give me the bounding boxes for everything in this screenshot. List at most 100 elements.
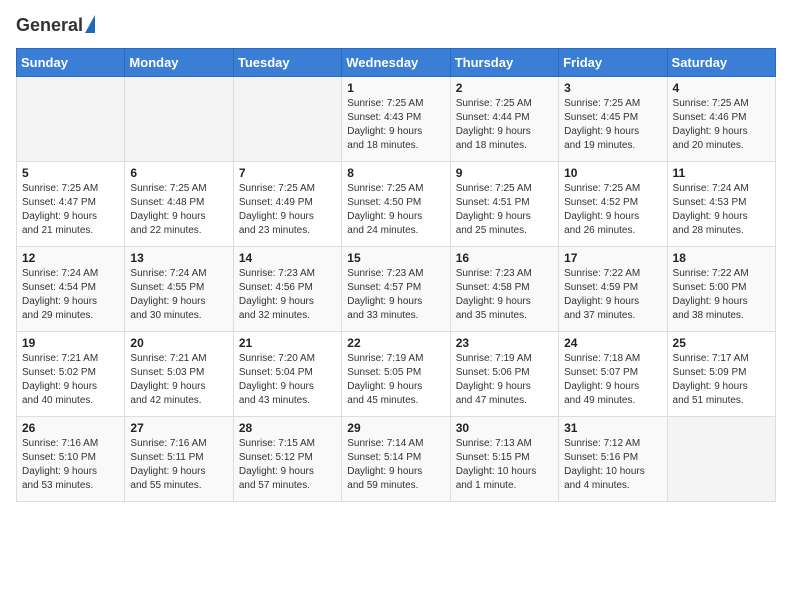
calendar-cell: 4 Sunrise: 7:25 AM Sunset: 4:46 PM Daylig… — [667, 76, 775, 161]
calendar-header-row: SundayMondayTuesdayWednesdayThursdayFrid… — [17, 48, 776, 76]
page-header: General — [16, 16, 776, 36]
day-number: 6 — [130, 166, 227, 180]
calendar-cell: 22 Sunrise: 7:19 AM Sunset: 5:05 PM Dayli… — [342, 331, 450, 416]
calendar-cell — [17, 76, 125, 161]
day-info: Sunrise: 7:14 AM Sunset: 5:14 PM Dayligh… — [347, 437, 444, 493]
day-info: Sunrise: 7:25 AM Sunset: 4:43 PM Dayligh… — [347, 97, 444, 153]
day-info: Sunrise: 7:21 AM Sunset: 5:03 PM Dayligh… — [130, 352, 227, 408]
day-number: 9 — [456, 166, 553, 180]
day-info: Sunrise: 7:23 AM Sunset: 4:56 PM Dayligh… — [239, 267, 336, 323]
day-number: 7 — [239, 166, 336, 180]
calendar-cell: 20 Sunrise: 7:21 AM Sunset: 5:03 PM Dayli… — [125, 331, 233, 416]
day-number: 2 — [456, 81, 553, 95]
day-number: 11 — [673, 166, 770, 180]
day-number: 17 — [564, 251, 661, 265]
calendar-week-row: 5Sunrise: 7:25 AM Sunset: 4:47 PM Daylig… — [17, 161, 776, 246]
day-number: 13 — [130, 251, 227, 265]
day-number: 5 — [22, 166, 119, 180]
calendar-cell: 17 Sunrise: 7:22 AM Sunset: 4:59 PM Dayli… — [559, 246, 667, 331]
calendar-cell: 19 Sunrise: 7:21 AM Sunset: 5:02 PM Dayli… — [17, 331, 125, 416]
day-number: 26 — [22, 421, 119, 435]
calendar-cell: 8 Sunrise: 7:25 AM Sunset: 4:50 PM Daylig… — [342, 161, 450, 246]
day-number: 14 — [239, 251, 336, 265]
calendar-header-saturday: Saturday — [667, 48, 775, 76]
day-number: 18 — [673, 251, 770, 265]
calendar-table: SundayMondayTuesdayWednesdayThursdayFrid… — [16, 48, 776, 502]
calendar-cell: 26 Sunrise: 7:16 AM Sunset: 5:10 PM Dayli… — [17, 416, 125, 501]
calendar-week-row: 26 Sunrise: 7:16 AM Sunset: 5:10 PM Dayli… — [17, 416, 776, 501]
day-info: Sunrise: 7:19 AM Sunset: 5:06 PM Dayligh… — [456, 352, 553, 408]
day-info: Sunrise: 7:23 AM Sunset: 4:57 PM Dayligh… — [347, 267, 444, 323]
day-info: Sunrise: 7:17 AM Sunset: 5:09 PM Dayligh… — [673, 352, 770, 408]
day-number: 8 — [347, 166, 444, 180]
calendar-header-monday: Monday — [125, 48, 233, 76]
calendar-cell: 27 Sunrise: 7:16 AM Sunset: 5:11 PM Dayli… — [125, 416, 233, 501]
day-number: 16 — [456, 251, 553, 265]
day-number: 30 — [456, 421, 553, 435]
calendar-cell: 12 Sunrise: 7:24 AM Sunset: 4:54 PM Dayli… — [17, 246, 125, 331]
day-info: Sunrise: 7:20 AM Sunset: 5:04 PM Dayligh… — [239, 352, 336, 408]
day-info: Sunrise: 7:19 AM Sunset: 5:05 PM Dayligh… — [347, 352, 444, 408]
day-info: Sunrise: 7:24 AM Sunset: 4:54 PM Dayligh… — [22, 267, 119, 323]
calendar-cell — [233, 76, 341, 161]
day-number: 15 — [347, 251, 444, 265]
day-number: 22 — [347, 336, 444, 350]
calendar-cell — [667, 416, 775, 501]
day-info: Sunrise: 7:13 AM Sunset: 5:15 PM Dayligh… — [456, 437, 553, 493]
day-number: 29 — [347, 421, 444, 435]
calendar-cell: 1 Sunrise: 7:25 AM Sunset: 4:43 PM Daylig… — [342, 76, 450, 161]
calendar-cell: 15 Sunrise: 7:23 AM Sunset: 4:57 PM Dayli… — [342, 246, 450, 331]
day-number: 27 — [130, 421, 227, 435]
calendar-header-thursday: Thursday — [450, 48, 558, 76]
calendar-cell: 6Sunrise: 7:25 AM Sunset: 4:48 PM Daylig… — [125, 161, 233, 246]
day-number: 25 — [673, 336, 770, 350]
day-number: 21 — [239, 336, 336, 350]
day-info: Sunrise: 7:16 AM Sunset: 5:10 PM Dayligh… — [22, 437, 119, 493]
day-number: 28 — [239, 421, 336, 435]
calendar-cell: 18 Sunrise: 7:22 AM Sunset: 5:00 PM Dayli… — [667, 246, 775, 331]
calendar-cell: 30 Sunrise: 7:13 AM Sunset: 5:15 PM Dayli… — [450, 416, 558, 501]
day-info: Sunrise: 7:22 AM Sunset: 5:00 PM Dayligh… — [673, 267, 770, 323]
day-number: 12 — [22, 251, 119, 265]
calendar-cell: 29 Sunrise: 7:14 AM Sunset: 5:14 PM Dayli… — [342, 416, 450, 501]
calendar-header-wednesday: Wednesday — [342, 48, 450, 76]
calendar-week-row: 12 Sunrise: 7:24 AM Sunset: 4:54 PM Dayli… — [17, 246, 776, 331]
day-info: Sunrise: 7:12 AM Sunset: 5:16 PM Dayligh… — [564, 437, 661, 493]
day-info: Sunrise: 7:25 AM Sunset: 4:49 PM Dayligh… — [239, 182, 336, 238]
day-info: Sunrise: 7:21 AM Sunset: 5:02 PM Dayligh… — [22, 352, 119, 408]
day-number: 1 — [347, 81, 444, 95]
day-info: Sunrise: 7:16 AM Sunset: 5:11 PM Dayligh… — [130, 437, 227, 493]
day-info: Sunrise: 7:22 AM Sunset: 4:59 PM Dayligh… — [564, 267, 661, 323]
calendar-cell — [125, 76, 233, 161]
calendar-cell: 21 Sunrise: 7:20 AM Sunset: 5:04 PM Dayli… — [233, 331, 341, 416]
calendar-cell: 31Sunrise: 7:12 AM Sunset: 5:16 PM Dayli… — [559, 416, 667, 501]
calendar-cell: 25 Sunrise: 7:17 AM Sunset: 5:09 PM Dayli… — [667, 331, 775, 416]
day-info: Sunrise: 7:24 AM Sunset: 4:53 PM Dayligh… — [673, 182, 770, 238]
day-info: Sunrise: 7:24 AM Sunset: 4:55 PM Dayligh… — [130, 267, 227, 323]
day-number: 20 — [130, 336, 227, 350]
calendar-cell: 28 Sunrise: 7:15 AM Sunset: 5:12 PM Dayli… — [233, 416, 341, 501]
day-number: 10 — [564, 166, 661, 180]
calendar-cell: 9Sunrise: 7:25 AM Sunset: 4:51 PM Daylig… — [450, 161, 558, 246]
calendar-cell: 7 Sunrise: 7:25 AM Sunset: 4:49 PM Daylig… — [233, 161, 341, 246]
calendar-cell: 10Sunrise: 7:25 AM Sunset: 4:52 PM Dayli… — [559, 161, 667, 246]
calendar-cell: 5Sunrise: 7:25 AM Sunset: 4:47 PM Daylig… — [17, 161, 125, 246]
day-number: 3 — [564, 81, 661, 95]
day-info: Sunrise: 7:25 AM Sunset: 4:45 PM Dayligh… — [564, 97, 661, 153]
day-info: Sunrise: 7:23 AM Sunset: 4:58 PM Dayligh… — [456, 267, 553, 323]
day-info: Sunrise: 7:25 AM Sunset: 4:50 PM Dayligh… — [347, 182, 444, 238]
calendar-cell: 13 Sunrise: 7:24 AM Sunset: 4:55 PM Dayli… — [125, 246, 233, 331]
logo-triangle-icon — [85, 15, 95, 33]
day-info: Sunrise: 7:25 AM Sunset: 4:46 PM Dayligh… — [673, 97, 770, 153]
day-number: 19 — [22, 336, 119, 350]
calendar-cell: 23Sunrise: 7:19 AM Sunset: 5:06 PM Dayli… — [450, 331, 558, 416]
calendar-cell: 11 Sunrise: 7:24 AM Sunset: 4:53 PM Dayli… — [667, 161, 775, 246]
calendar-header-sunday: Sunday — [17, 48, 125, 76]
day-info: Sunrise: 7:15 AM Sunset: 5:12 PM Dayligh… — [239, 437, 336, 493]
logo-general-text: General — [16, 16, 83, 36]
calendar-cell: 16 Sunrise: 7:23 AM Sunset: 4:58 PM Dayli… — [450, 246, 558, 331]
day-number: 4 — [673, 81, 770, 95]
calendar-header-friday: Friday — [559, 48, 667, 76]
day-number: 24 — [564, 336, 661, 350]
calendar-cell: 2Sunrise: 7:25 AM Sunset: 4:44 PM Daylig… — [450, 76, 558, 161]
